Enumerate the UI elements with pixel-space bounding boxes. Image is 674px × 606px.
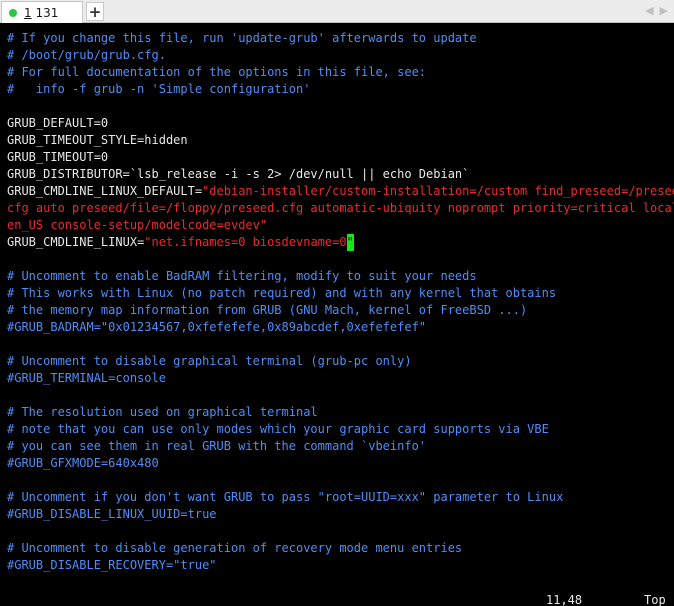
- code-text: GRUB_CMDLINE_LINUX=: [7, 235, 145, 249]
- chevron-right-icon[interactable]: ▶: [660, 4, 668, 17]
- new-tab-button[interactable]: +: [86, 2, 104, 21]
- code-text: GRUB_DISTRIBUTOR=`lsb_release -i -s 2> /…: [7, 167, 470, 181]
- editor-line: #GRUB_BADRAM="0x01234567,0xfefefefe,0x89…: [7, 319, 674, 336]
- comment-text: # This works with Linux (no patch requir…: [7, 286, 557, 300]
- editor-line: # This works with Linux (no patch requir…: [7, 285, 674, 302]
- terminal-editor[interactable]: # If you change this file, run 'update-g…: [0, 23, 674, 606]
- editor-line: #GRUB_DISABLE_RECOVERY="true": [7, 557, 674, 574]
- cursor-position: 11,48: [546, 593, 583, 606]
- editor-line: # The resolution used on graphical termi…: [7, 404, 674, 421]
- comment-text: # note that you can use only modes which…: [7, 422, 549, 436]
- editor-line: [7, 523, 674, 540]
- comment-text: #GRUB_DISABLE_LINUX_UUID=true: [7, 507, 217, 521]
- editor-line: # Uncomment to disable generation of rec…: [7, 540, 674, 557]
- code-text: GRUB_DEFAULT=0: [7, 116, 109, 130]
- editor-line: GRUB_TIMEOUT=0: [7, 149, 674, 166]
- comment-text: # Uncomment if you don't want GRUB to pa…: [7, 490, 564, 504]
- editor-line: #GRUB_TERMINAL=console: [7, 370, 674, 387]
- editor-line: # the memory map information from GRUB (…: [7, 302, 674, 319]
- comment-text: #GRUB_TERMINAL=console: [7, 371, 166, 385]
- editor-line: GRUB_CMDLINE_LINUX="net.ifnames=0 biosde…: [7, 234, 674, 251]
- comment-text: # Uncomment to disable generation of rec…: [7, 541, 463, 555]
- editor-line: # If you change this file, run 'update-g…: [7, 30, 674, 47]
- editor-line: # Uncomment to enable BadRAM filtering, …: [7, 268, 674, 285]
- code-text: GRUB_TIMEOUT=0: [7, 150, 109, 164]
- editor-line: # Uncomment to disable graphical termina…: [7, 353, 674, 370]
- editor-buffer[interactable]: # If you change this file, run 'update-g…: [7, 30, 674, 574]
- comment-text: # the memory map information from GRUB (…: [7, 303, 528, 317]
- comment-text: # /boot/grub/grub.cfg.: [7, 48, 166, 62]
- comment-text: #GRUB_BADRAM="0x01234567,0xfefefefe,0x89…: [7, 320, 427, 334]
- editor-line: # note that you can use only modes which…: [7, 421, 674, 438]
- editor-line: GRUB_DISTRIBUTOR=`lsb_release -i -s 2> /…: [7, 166, 674, 183]
- code-text: GRUB_CMDLINE_LINUX_DEFAULT=: [7, 184, 203, 198]
- comment-text: # you can see them in real GRUB with the…: [7, 439, 427, 453]
- string-text: en_US console-setup/modelcode=evdev": [7, 218, 268, 232]
- editor-line: #GRUB_DISABLE_LINUX_UUID=true: [7, 506, 674, 523]
- tab-bar: 1 131 + ◀ ▶: [0, 0, 674, 23]
- editor-line: [7, 251, 674, 268]
- editor-line: GRUB_TIMEOUT_STYLE=hidden: [7, 132, 674, 149]
- string-text: "debian-installer/custom-installation=/c…: [202, 184, 674, 198]
- editor-line: # For full documentation of the options …: [7, 64, 674, 81]
- editor-line: [7, 387, 674, 404]
- editor-line: #GRUB_GFXMODE=640x480: [7, 455, 674, 472]
- comment-text: # If you change this file, run 'update-g…: [7, 31, 477, 45]
- tab-title-text: 131: [31, 5, 59, 20]
- comment-text: #GRUB_DISABLE_RECOVERY="true": [7, 558, 217, 572]
- code-text: GRUB_TIMEOUT_STYLE=hidden: [7, 133, 188, 147]
- editor-line: cfg auto preseed/file=/floppy/preseed.cf…: [7, 200, 674, 217]
- chevron-left-icon[interactable]: ◀: [645, 4, 653, 17]
- editor-line: [7, 336, 674, 353]
- editor-line: GRUB_CMDLINE_LINUX_DEFAULT="debian-insta…: [7, 183, 674, 200]
- scroll-position: Top: [644, 593, 666, 606]
- string-text: cfg auto preseed/file=/floppy/preseed.cf…: [7, 201, 674, 215]
- string-text: "net.ifnames=0 biosdevname=0: [144, 235, 347, 249]
- editor-line: [7, 98, 674, 115]
- connection-status-icon: [9, 8, 17, 17]
- editor-line: # info -f grub -n 'Simple configuration': [7, 81, 674, 98]
- text-cursor: ": [346, 234, 354, 251]
- terminal-tab[interactable]: 1 131: [1, 1, 83, 23]
- tab-scroll-controls: ◀ ▶: [645, 4, 668, 17]
- comment-text: # Uncomment to enable BadRAM filtering, …: [7, 269, 477, 283]
- tab-title: 1 131: [24, 6, 58, 20]
- comment-text: #GRUB_GFXMODE=640x480: [7, 456, 159, 470]
- editor-line: GRUB_DEFAULT=0: [7, 115, 674, 132]
- comment-text: # The resolution used on graphical termi…: [7, 405, 318, 419]
- editor-line: [7, 472, 674, 489]
- editor-line: # you can see them in real GRUB with the…: [7, 438, 674, 455]
- comment-text: # info -f grub -n 'Simple configuration': [7, 82, 311, 96]
- editor-line: en_US console-setup/modelcode=evdev": [7, 217, 674, 234]
- editor-line: # /boot/grub/grub.cfg.: [7, 47, 674, 64]
- comment-text: # For full documentation of the options …: [7, 65, 427, 79]
- tab-title-number: 1: [24, 5, 32, 20]
- comment-text: # Uncomment to disable graphical termina…: [7, 354, 412, 368]
- editor-line: # Uncomment if you don't want GRUB to pa…: [7, 489, 674, 506]
